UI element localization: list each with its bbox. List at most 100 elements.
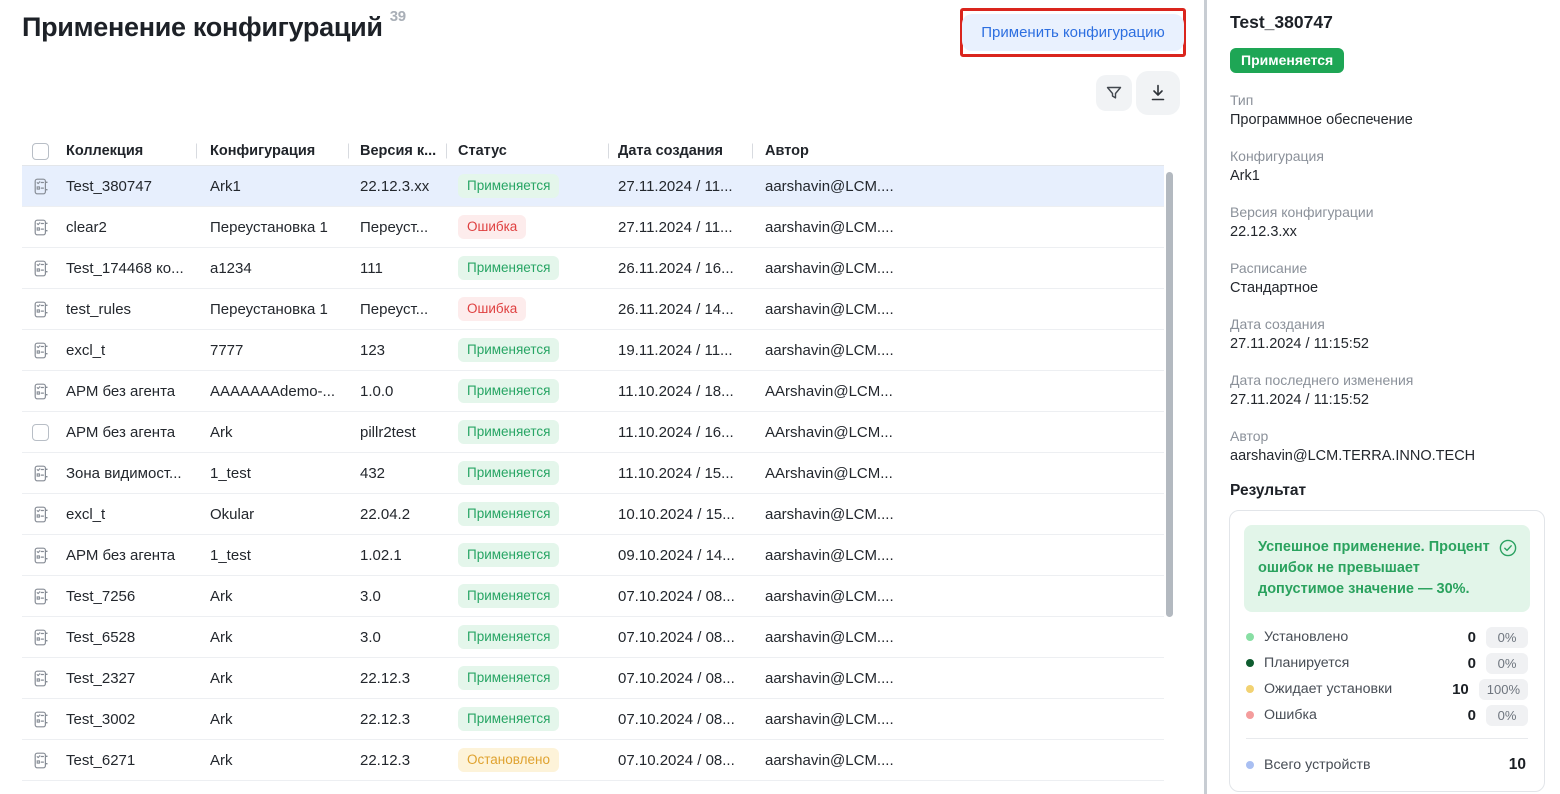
page-title: Применение конфигураций39 <box>22 12 406 43</box>
cell-status: Применяется <box>446 461 608 485</box>
stat-percent: 0% <box>1486 653 1528 674</box>
table-row[interactable]: АРМ без агентаAAAAAAAdemo-...1.0.0Примен… <box>22 371 1164 412</box>
column-header-version[interactable]: Версия к... <box>348 143 446 159</box>
cell-status: Применяется <box>446 338 608 362</box>
table-row[interactable]: excl_t7777123Применяется19.11.2024 / 11.… <box>22 330 1164 371</box>
table-row[interactable]: test_rulesПереустановка 1Переуст...Ошибк… <box>22 289 1164 330</box>
column-header-status[interactable]: Статус <box>446 143 608 159</box>
field-value: Ark1 <box>1230 166 1545 186</box>
cell-collection: Test_174468 ко... <box>58 260 196 277</box>
column-header-collection[interactable]: Коллекция <box>58 143 196 159</box>
table-row[interactable]: АРМ без агентаArkpillr2testПрименяется11… <box>22 412 1164 453</box>
cell-configuration: Ark <box>196 711 348 728</box>
cell-version: 22.12.3 <box>348 752 446 769</box>
table-row[interactable]: АРМ без агента1_test1.02.1Применяется09.… <box>22 535 1164 576</box>
details-fields: ТипПрограммное обеспечениеКонфигурацияAr… <box>1229 90 1545 466</box>
cell-version: 22.12.3 <box>348 670 446 687</box>
status-badge: Применяется <box>458 666 559 690</box>
field-label: Версия конфигурации <box>1230 202 1545 222</box>
cell-created: 07.10.2024 / 08... <box>608 711 752 728</box>
stat-dot <box>1246 685 1254 693</box>
download-button[interactable] <box>1136 71 1180 115</box>
red-highlight-annotation: Применить конфигурацию <box>960 8 1186 57</box>
status-badge: Применяется <box>458 379 559 403</box>
cell-configuration: AAAAAAAdemo-... <box>196 383 348 400</box>
cell-configuration: 1_test <box>196 465 348 482</box>
field-label: Расписание <box>1230 258 1545 278</box>
field-value: Программное обеспечение <box>1230 110 1545 130</box>
stat-dot <box>1246 633 1254 641</box>
collection-icon <box>22 668 58 689</box>
stat-label: Установлено <box>1264 629 1456 645</box>
cell-configuration: Ark1 <box>196 178 348 195</box>
collection-icon <box>22 340 58 361</box>
result-heading: Результат <box>1230 482 1545 500</box>
cell-version: 22.12.3.xx <box>348 178 446 195</box>
details-panel: Test_380747 Применяется ТипПрограммное о… <box>1229 0 1545 794</box>
app-window: Применение конфигураций39 Применить конф… <box>0 0 1560 794</box>
cell-status: Применяется <box>446 502 608 526</box>
cell-created: 19.11.2024 / 11... <box>608 342 752 359</box>
cell-author: aarshavin@LCM.... <box>752 178 905 195</box>
column-header-author[interactable]: Автор <box>752 143 905 159</box>
details-status-badge: Применяется <box>1230 48 1344 73</box>
table-row[interactable]: Зона видимост...1_test432Применяется11.1… <box>22 453 1164 494</box>
cell-author: aarshavin@LCM.... <box>752 588 905 605</box>
cell-version: Переуст... <box>348 301 446 318</box>
cell-created: 27.11.2024 / 11... <box>608 219 752 236</box>
table-row[interactable]: clear2Переустановка 1Переуст...Ошибка27.… <box>22 207 1164 248</box>
column-header-created[interactable]: Дата создания <box>608 143 752 159</box>
details-title: Test_380747 <box>1230 12 1545 33</box>
cell-version: Переуст... <box>348 219 446 236</box>
cell-collection: Зона видимост... <box>58 465 196 482</box>
collection-icon <box>22 176 58 197</box>
field-value: 27.11.2024 / 11:15:52 <box>1230 334 1545 354</box>
status-badge: Применяется <box>458 543 559 567</box>
stat-label: Ошибка <box>1264 707 1456 723</box>
collection-icon <box>22 504 58 525</box>
total-devices-row: Всего устройств 10 <box>1230 749 1544 781</box>
table-row[interactable]: excl_tOkular22.04.2Применяется10.10.2024… <box>22 494 1164 535</box>
cell-configuration: 7777 <box>196 342 348 359</box>
table-row[interactable]: Test_6271Ark22.12.3Остановлено07.10.2024… <box>22 740 1164 781</box>
cell-version: 111 <box>348 260 446 277</box>
stat-label: Планируется <box>1264 655 1456 671</box>
configurations-table: Коллекция Конфигурация Версия к... Стату… <box>22 137 1164 781</box>
details-field: Авторaarshavin@LCM.TERRA.INNO.TECH <box>1230 426 1545 466</box>
cell-version: 3.0 <box>348 629 446 646</box>
row-checkbox[interactable] <box>22 424 58 441</box>
cell-author: aarshavin@LCM.... <box>752 711 905 728</box>
table-row[interactable]: Test_3002Ark22.12.3Применяется07.10.2024… <box>22 699 1164 740</box>
status-badge: Ошибка <box>458 215 526 239</box>
apply-configuration-button[interactable]: Применить конфигурацию <box>962 14 1183 51</box>
collection-icon <box>22 463 58 484</box>
table-row[interactable]: Test_6528Ark3.0Применяется07.10.2024 / 0… <box>22 617 1164 658</box>
cell-version: 22.04.2 <box>348 506 446 523</box>
filter-button[interactable] <box>1096 75 1132 111</box>
column-header-configuration[interactable]: Конфигурация <box>196 143 348 159</box>
table-row[interactable]: Test_380747Ark122.12.3.xxПрименяется27.1… <box>22 166 1164 207</box>
field-value: aarshavin@LCM.TERRA.INNO.TECH <box>1230 446 1545 466</box>
details-field: КонфигурацияArk1 <box>1230 146 1545 186</box>
cell-created: 26.11.2024 / 14... <box>608 301 752 318</box>
cell-version: 3.0 <box>348 588 446 605</box>
cell-collection: Test_380747 <box>58 178 196 195</box>
table-scrollbar[interactable] <box>1166 172 1173 617</box>
cell-created: 26.11.2024 / 16... <box>608 260 752 277</box>
stat-percent: 0% <box>1486 627 1528 648</box>
table-row[interactable]: Test_174468 ко...a1234111Применяется26.1… <box>22 248 1164 289</box>
stat-value: 0 <box>1456 707 1476 724</box>
cell-created: 11.10.2024 / 18... <box>608 383 752 400</box>
cell-version: 1.02.1 <box>348 547 446 564</box>
table-row[interactable]: Test_2327Ark22.12.3Применяется07.10.2024… <box>22 658 1164 699</box>
table-row[interactable]: Test_7256Ark3.0Применяется07.10.2024 / 0… <box>22 576 1164 617</box>
result-stat-row: Установлено00% <box>1230 624 1544 650</box>
select-all-checkbox[interactable] <box>22 143 58 160</box>
cell-configuration: Переустановка 1 <box>196 219 348 236</box>
success-message: Успешное применение. Процент ошибок не п… <box>1258 537 1498 600</box>
cell-status: Применяется <box>446 543 608 567</box>
result-stat-row: Ожидает установки10100% <box>1230 676 1544 702</box>
status-badge: Применяется <box>458 461 559 485</box>
total-devices-dot <box>1246 761 1254 769</box>
cell-collection: test_rules <box>58 301 196 318</box>
